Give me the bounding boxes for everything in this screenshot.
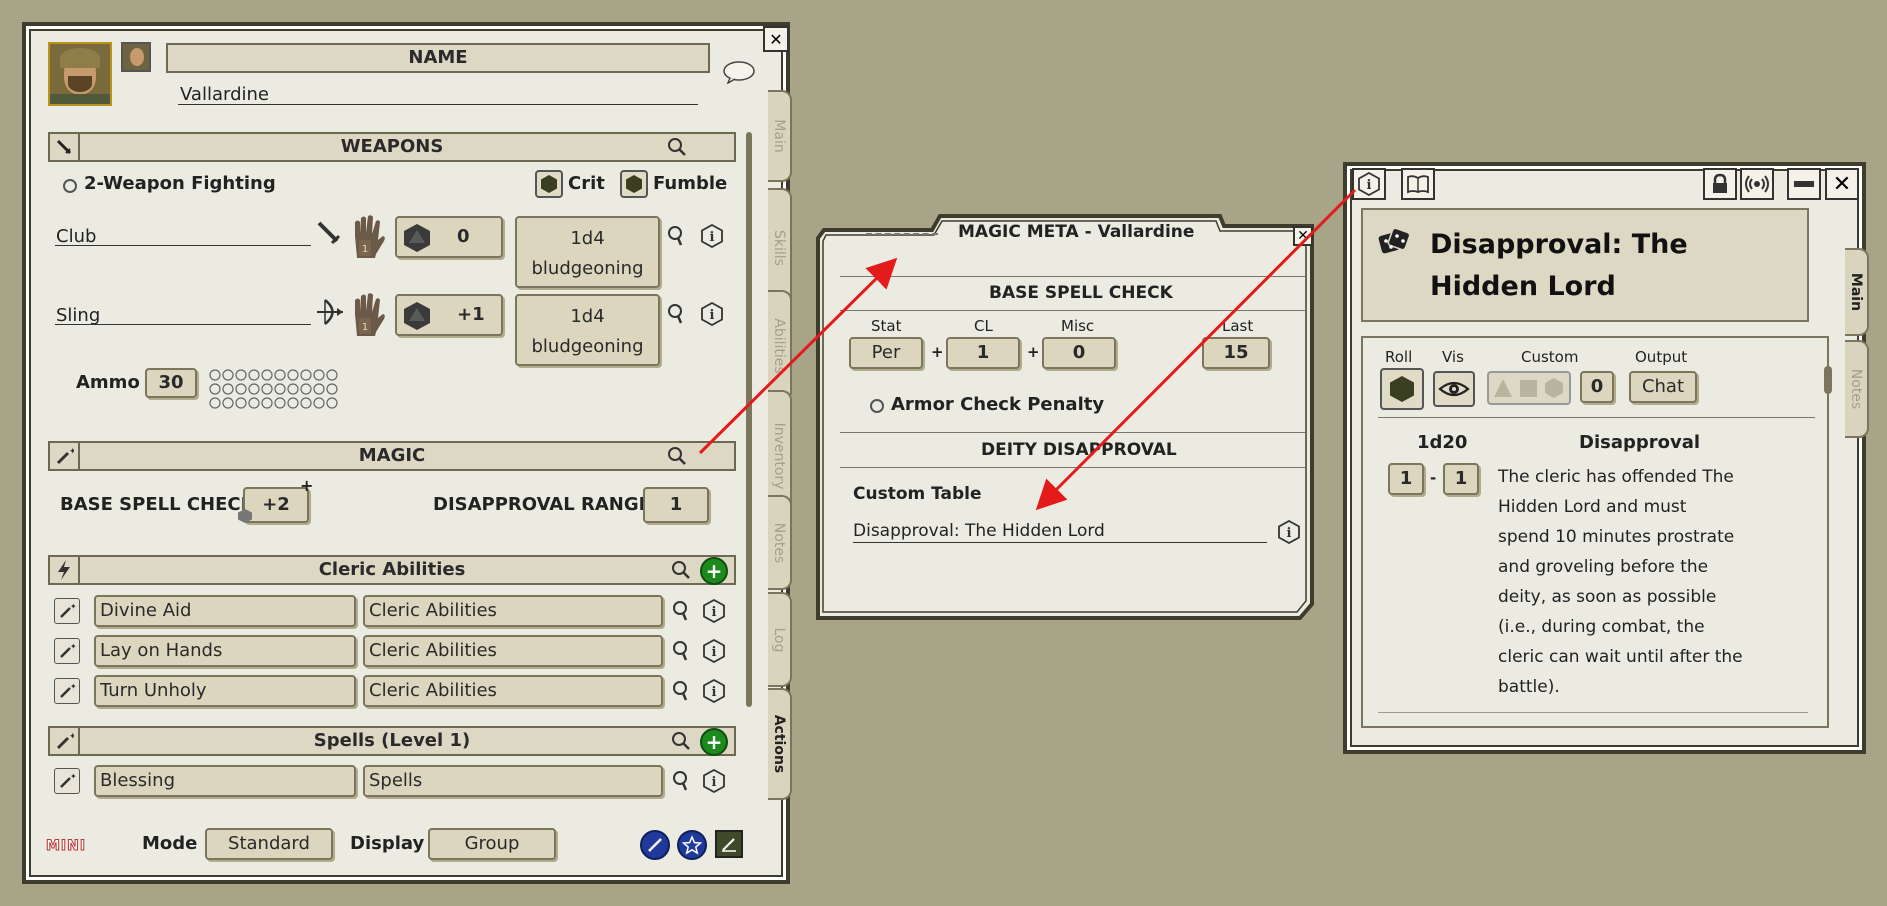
arrow-info-to-custom-table	[1035, 188, 1357, 511]
annotation-arrows	[698, 188, 1357, 511]
arrow-magic-to-meta	[698, 257, 898, 455]
